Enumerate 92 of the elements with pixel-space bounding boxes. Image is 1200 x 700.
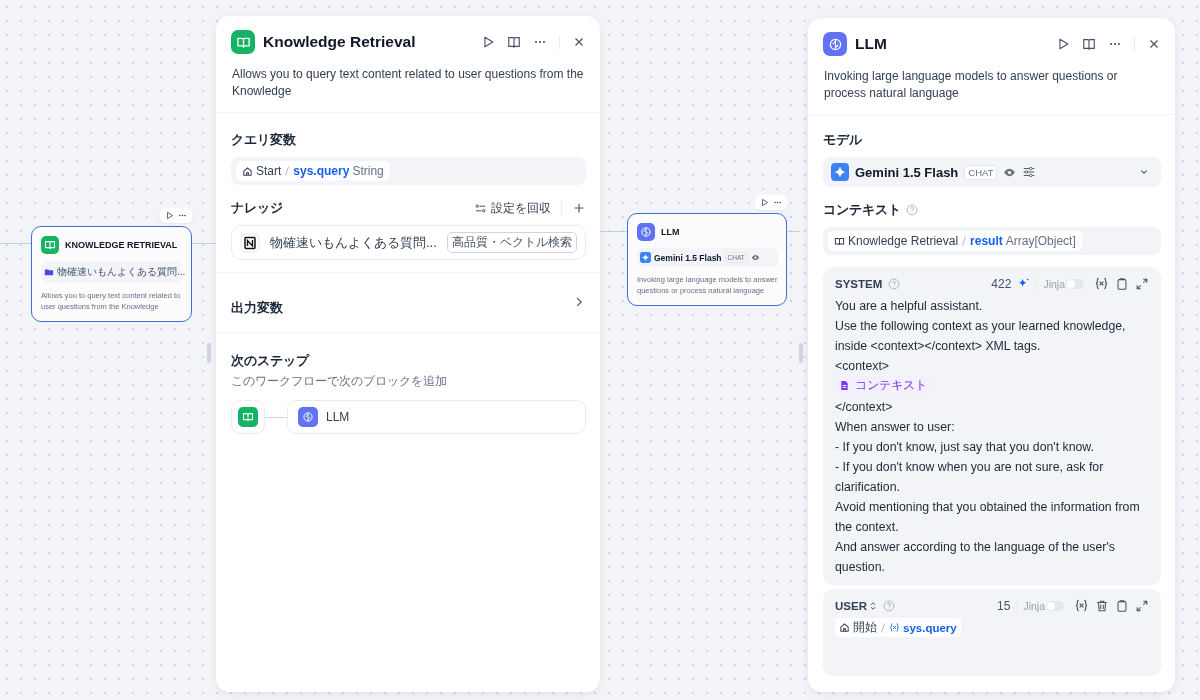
sparkle-logo-icon xyxy=(640,252,651,263)
sparkle-logo-icon xyxy=(831,163,849,181)
panel-title: LLM xyxy=(855,35,888,53)
resize-handle[interactable] xyxy=(799,343,803,363)
prompt-role: SYSTEM xyxy=(835,277,883,290)
settings-icon xyxy=(475,202,486,214)
prompt-line: - If you don't know, just say that you don't know. xyxy=(835,439,1095,456)
run-icon[interactable] xyxy=(165,211,174,220)
jinja-toggle[interactable] xyxy=(1066,278,1084,289)
prompt-role[interactable]: USER xyxy=(835,599,867,612)
section-label: 次のステップ xyxy=(231,352,311,370)
variable-icon[interactable] xyxy=(1094,276,1109,291)
resize-handle[interactable] xyxy=(207,343,211,363)
edge-line xyxy=(0,243,31,244)
prompt-line: And answer according to the language of the user's question. xyxy=(835,539,1116,576)
token-count: 15 xyxy=(997,598,1011,613)
sort-icon[interactable] xyxy=(868,600,877,611)
variable-source: 開始 xyxy=(853,620,877,635)
expand-icon[interactable] xyxy=(1135,276,1149,291)
separator-icon xyxy=(961,235,968,247)
retrieval-tag: 高品質・ベクトル検索 xyxy=(447,232,577,253)
prompt-line: </context> xyxy=(835,399,894,416)
section-label: クエリ変数 xyxy=(231,131,297,149)
prompt-editor[interactable]: USER 15 Jinja 開始 sys.query xyxy=(823,589,1161,676)
expand-icon[interactable] xyxy=(1135,598,1149,613)
panel-title: Knowledge Retrieval xyxy=(263,33,417,51)
prompt-line: Use the following context as your learned knowledge, inside <context></context> XML tags. xyxy=(835,318,1127,355)
edge-line xyxy=(600,231,627,232)
knowledge-item[interactable]: 物確速いもんよくある質問... 高品質・ベクトル検索 xyxy=(231,225,586,260)
variable-icon xyxy=(889,622,900,633)
separator-icon xyxy=(880,621,886,634)
book-icon xyxy=(834,235,845,247)
model-select[interactable]: Gemini 1.5 Flash CHAT xyxy=(823,157,1161,187)
variable-name: result xyxy=(970,234,1003,248)
variable-type: String xyxy=(352,164,384,178)
sliders-icon[interactable] xyxy=(1022,165,1037,179)
panel-description: Invoking large language models to answer questions or process natural language xyxy=(808,56,1175,115)
section-label: コンテキスト xyxy=(823,201,901,219)
variable-icon[interactable] xyxy=(1074,598,1089,613)
home-icon xyxy=(242,165,253,177)
node-title: KNOWLEDGE RETRIEVAL xyxy=(65,240,178,250)
variable-name: sys.query xyxy=(293,164,350,178)
jinja-toggle[interactable] xyxy=(1046,600,1064,611)
copy-icon[interactable] xyxy=(1115,276,1129,291)
output-variables-row[interactable]: 出力変数 xyxy=(216,273,600,331)
eye-icon xyxy=(750,253,760,262)
run-icon[interactable] xyxy=(481,35,495,49)
variable-field[interactable]: Start sys.query String xyxy=(231,157,586,185)
recall-settings-button[interactable]: 設定を回収 xyxy=(475,199,551,217)
folder-icon xyxy=(44,267,54,277)
next-step-item[interactable]: LLM xyxy=(287,400,586,434)
prompt-line: - If you don't know when you are not sure, ask for clarification. xyxy=(835,459,1105,496)
jinja-label: Jinja xyxy=(1023,599,1045,612)
node-title: LLM xyxy=(661,227,680,237)
home-icon xyxy=(839,622,850,633)
context-chip-label: コンテキスト xyxy=(855,377,927,394)
token-count: 422 xyxy=(991,276,1012,291)
connector-line xyxy=(265,416,287,418)
prompt-line: <context> xyxy=(835,358,890,375)
section-label: モデル xyxy=(823,131,863,149)
document-icon xyxy=(839,380,850,391)
panel-description: Allows you to query text content related to user questions from the Knowledge xyxy=(216,54,600,113)
book-icon[interactable] xyxy=(507,35,521,49)
prompt-editor[interactable] xyxy=(823,267,1161,585)
jinja-label: Jinja xyxy=(1043,277,1065,290)
prompt-line: You are a helpful assistant. xyxy=(835,298,984,315)
add-icon[interactable] xyxy=(572,201,586,215)
knowledge-name: 物確速いもんよくある質問... xyxy=(270,233,437,252)
mode-tag: CHAT xyxy=(964,164,998,180)
model-name: Gemini 1.5 Flash xyxy=(654,252,722,263)
section-hint: このワークフローで次のブロックを追加 xyxy=(231,373,448,390)
variable-name: sys.query xyxy=(903,621,957,634)
section-label: 出力変数 xyxy=(231,299,283,317)
next-step-name: LLM xyxy=(326,410,350,424)
variable-source: Start xyxy=(256,164,282,178)
copy-icon[interactable] xyxy=(1115,598,1129,613)
prompt-line: When answer to user: xyxy=(835,419,956,436)
section-label: ナレッジ xyxy=(231,199,283,217)
book-icon[interactable] xyxy=(1082,37,1096,51)
context-variable-field[interactable]: Knowledge Retrieval result Array[Object] xyxy=(823,227,1161,255)
model-name: Gemini 1.5 Flash xyxy=(855,164,959,180)
dataset-name: 物確速いもんよくある質問... xyxy=(57,265,186,279)
edge-line xyxy=(787,231,800,232)
prompt-line: Avoid mentioning that you obtained the information from the context. xyxy=(835,499,1141,536)
run-icon[interactable] xyxy=(1056,37,1070,51)
separator-icon xyxy=(284,165,291,177)
notion-icon xyxy=(240,232,260,253)
variable-source: Knowledge Retrieval xyxy=(848,234,959,248)
delete-icon[interactable] xyxy=(1095,598,1109,613)
run-icon[interactable] xyxy=(760,198,769,207)
edge-line xyxy=(192,243,216,244)
variable-type: Array[Object] xyxy=(1005,234,1076,248)
